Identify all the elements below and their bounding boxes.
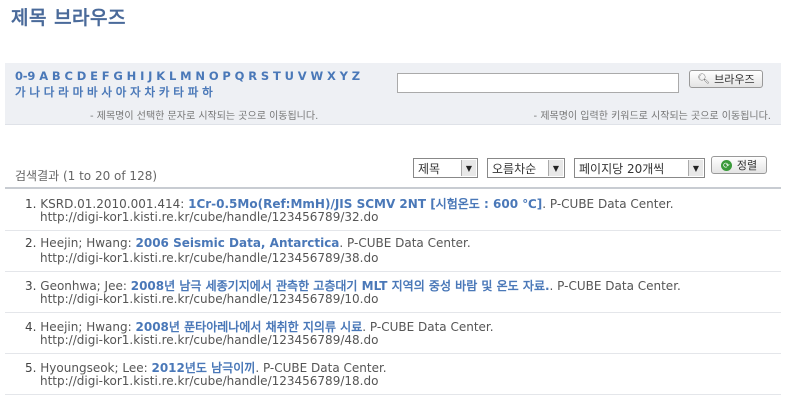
letter-link[interactable]: D	[77, 69, 87, 83]
letter-link[interactable]: M	[180, 69, 191, 83]
per-page-value: 페이지당 20개씩	[579, 161, 665, 176]
letter-link[interactable]: 사	[101, 85, 112, 99]
result-url: http://digi-kor1.kisti.re.kr/cube/handle…	[40, 210, 379, 224]
per-page-select[interactable]: 페이지당 20개씩 ▼	[574, 158, 705, 178]
letter-link[interactable]: 카	[159, 85, 170, 99]
letter-link[interactable]: 자	[130, 85, 141, 99]
sort-field-select[interactable]: 제목 ▼	[413, 158, 478, 178]
sort-button[interactable]: ⟳ 정렬	[711, 156, 767, 174]
letter-link[interactable]: L	[169, 69, 176, 83]
letter-hint: - 제목명이 선택한 문자로 시작되는 곳으로 이동됩니다.	[90, 111, 319, 122]
result-number: 5.	[25, 361, 37, 375]
result-item: 1. KSRD.01.2010.001.414: 1Cr-0.5Mo(Ref:M…	[5, 190, 781, 231]
result-citation: 2. Heejin; Hwang: 2006 Seismic Data, Ant…	[25, 236, 471, 250]
letter-link[interactable]: A	[39, 69, 48, 83]
letter-link[interactable]: J	[148, 69, 152, 83]
result-title-link[interactable]: 2008년 남극 세종기지에서 관측한 고층대기 MLT 지역의 중성 바람 및…	[131, 279, 550, 293]
letter-link[interactable]: B	[52, 69, 61, 83]
sort-button-label: 정렬	[736, 159, 758, 172]
letter-link[interactable]: C	[64, 69, 72, 83]
letter-link[interactable]: 라	[58, 85, 69, 99]
result-item: 5. Hyoungseok; Lee: 2012년도 남극이끼. P-CUBE …	[5, 354, 781, 395]
letter-link[interactable]: R	[248, 69, 257, 83]
chevron-down-icon: ▼	[688, 160, 703, 176]
letter-link[interactable]: Z	[352, 69, 360, 83]
letter-link[interactable]: 아	[116, 85, 127, 99]
letter-link[interactable]: 다	[44, 85, 55, 99]
letter-link[interactable]: 파	[188, 85, 199, 99]
browse-button[interactable]: 🔍︎ 브라우즈	[689, 70, 763, 88]
result-title-link[interactable]: 2012년도 남극이끼	[151, 361, 255, 375]
results-count: 검색결과 (1 to 20 of 128)	[15, 169, 158, 183]
result-item: 4. Heejin; Hwang: 2008년 푼타아레나에서 채취한 지의류 …	[5, 313, 781, 354]
letter-index-hangul: 가나다라마바사아자차카타파하	[15, 84, 216, 100]
go-icon: ⟳	[720, 159, 732, 171]
letter-link[interactable]: 마	[73, 85, 84, 99]
result-item: 3. Geonhwa; Jee: 2008년 남극 세종기지에서 관측한 고층대…	[5, 272, 781, 313]
result-number: 1.	[25, 197, 37, 211]
result-source: . P-CUBE Data Center.	[255, 361, 387, 375]
letter-link[interactable]: E	[90, 69, 98, 83]
result-title-link[interactable]: 2008년 푼타아레나에서 채취한 지의류 시료	[136, 320, 363, 334]
letter-link[interactable]: X	[327, 69, 336, 83]
letter-link[interactable]: I	[140, 69, 144, 83]
result-title-link[interactable]: 1Cr-0.5Mo(Ref:MmH)/JIS SCMV 2NT [시험온도 : …	[188, 197, 542, 211]
result-number: 2.	[25, 236, 37, 250]
result-author: Hyoungseok; Lee:	[40, 361, 148, 375]
results-list: 1. KSRD.01.2010.001.414: 1Cr-0.5Mo(Ref:M…	[5, 190, 781, 395]
letter-link[interactable]: 하	[202, 85, 213, 99]
result-author: Heejin; Hwang:	[40, 236, 132, 250]
result-source: . P-CUBE Data Center.	[549, 279, 681, 293]
page-title: 제목 브라우즈	[11, 7, 126, 29]
letter-index-latin: 0-9 A B C D E F G H I J K L M N O P Q R S T U V W X Y Z	[15, 69, 364, 83]
letter-link[interactable]: O	[209, 69, 219, 83]
result-url: http://digi-kor1.kisti.re.kr/cube/handle…	[40, 333, 379, 347]
sort-order-select[interactable]: 오름차순 ▼	[487, 158, 565, 178]
result-item: 2. Heejin; Hwang: 2006 Seismic Data, Ant…	[5, 231, 781, 272]
letter-link[interactable]: 가	[15, 85, 26, 99]
letter-link[interactable]: 타	[173, 85, 184, 99]
result-number: 4.	[25, 320, 37, 334]
letter-link[interactable]: H	[127, 69, 137, 83]
letter-link[interactable]: T	[273, 69, 281, 83]
letter-link[interactable]: F	[102, 69, 110, 83]
result-number: 3.	[25, 279, 37, 293]
letter-link[interactable]: 바	[87, 85, 98, 99]
letter-link[interactable]: N	[195, 69, 205, 83]
browse-panel: 0-9 A B C D E F G H I J K L M N O P Q R S T U V W X Y Z 가나다라마바사아자차…	[5, 63, 781, 125]
browse-keyword-input[interactable]	[397, 73, 679, 93]
sort-field-value: 제목	[418, 161, 441, 176]
letter-link[interactable]: Q	[235, 69, 245, 83]
result-source: . P-CUBE Data Center.	[542, 197, 674, 211]
letter-link[interactable]: V	[298, 69, 307, 83]
browse-button-label: 브라우즈	[714, 73, 755, 86]
result-url: http://digi-kor1.kisti.re.kr/cube/handle…	[40, 374, 379, 388]
result-source: . P-CUBE Data Center.	[339, 236, 471, 250]
results-divider	[5, 187, 781, 189]
result-author: KSRD.01.2010.001.414:	[40, 197, 185, 211]
result-url: http://digi-kor1.kisti.re.kr/cube/handle…	[40, 251, 379, 265]
letter-link[interactable]: 나	[29, 85, 40, 99]
letter-link[interactable]: P	[222, 69, 230, 83]
letter-link[interactable]: U	[285, 69, 294, 83]
result-title-link[interactable]: 2006 Seismic Data, Antarctica	[136, 236, 340, 250]
chevron-down-icon: ▼	[461, 160, 476, 176]
sort-order-value: 오름차순	[492, 161, 537, 176]
letter-link[interactable]: 차	[145, 85, 156, 99]
search-icon: 🔍︎	[697, 73, 711, 85]
result-author: Geonhwa; Jee:	[40, 279, 127, 293]
letter-link[interactable]: Y	[340, 69, 348, 83]
letter-link[interactable]: G	[113, 69, 122, 83]
letter-link[interactable]: 0-9	[15, 69, 35, 83]
result-url: http://digi-kor1.kisti.re.kr/cube/handle…	[40, 292, 379, 306]
keyword-hint: - 제목명이 입력한 키워드로 시작되는 곳으로 이동됩니다.	[533, 111, 771, 122]
result-author: Heejin; Hwang:	[40, 320, 132, 334]
letter-link[interactable]: W	[310, 69, 323, 83]
letter-link[interactable]: S	[261, 69, 269, 83]
chevron-down-icon: ▼	[548, 160, 563, 176]
letter-link[interactable]: K	[156, 69, 165, 83]
result-source: . P-CUBE Data Center.	[362, 320, 494, 334]
